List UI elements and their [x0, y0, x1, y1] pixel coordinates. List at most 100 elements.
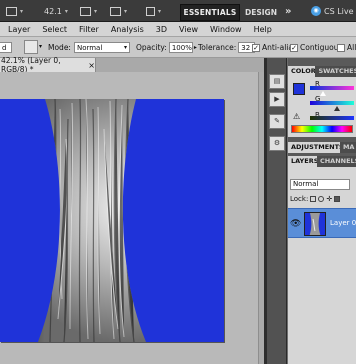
- tool-preset-field: d: [0, 42, 12, 53]
- menu-analysis[interactable]: Analysis: [111, 25, 144, 34]
- menu-select[interactable]: Select: [42, 25, 67, 34]
- arrange-icon: [110, 6, 121, 16]
- opacity-input[interactable]: 100%: [168, 42, 193, 53]
- cs-live-icon: ◉: [311, 6, 321, 16]
- menu-help[interactable]: Help: [254, 25, 272, 34]
- tree-trunk-shape: [38, 99, 146, 342]
- actions-icon: ▶: [274, 95, 280, 103]
- checkbox-icon: [337, 43, 345, 52]
- brush-icon: ✎: [274, 117, 280, 125]
- red-slider[interactable]: [310, 86, 354, 90]
- menu-3d[interactable]: 3D: [156, 25, 167, 34]
- tab-masks[interactable]: MA: [340, 142, 356, 153]
- view-extras-button[interactable]: ▾: [80, 3, 97, 19]
- green-slider-handle[interactable]: [334, 106, 340, 111]
- zoom-level-dropdown[interactable]: 42.1 ▾: [44, 3, 68, 19]
- contiguous-checkbox[interactable]: ✓ Contiguous: [290, 41, 342, 54]
- panel-icon-strip: ▤ ▶ ✎ ⚙: [267, 58, 287, 364]
- close-icon[interactable]: ×: [88, 61, 95, 70]
- tab-swatches[interactable]: SWATCHES: [315, 66, 356, 77]
- zoom-level-value: 42.1: [44, 6, 62, 16]
- workspace-design-button[interactable]: DESIGN: [244, 4, 278, 20]
- actions-panel-button[interactable]: ▶: [269, 92, 285, 107]
- menu-layer[interactable]: Layer: [8, 25, 30, 34]
- layers-panel-tabs: LAYERS CHANNELS: [288, 156, 356, 167]
- application-bar: ▾ 42.1 ▾ ▾ ▾ ▾ ESSENTIALS DESIGN » ◉ CS Li…: [0, 0, 356, 22]
- chevron-down-icon: ▾: [94, 7, 98, 15]
- color-spectrum-bar[interactable]: [291, 125, 353, 133]
- chevron-right-icon[interactable]: ▸: [194, 44, 197, 51]
- layer-thumbnail-image: [309, 213, 321, 235]
- chevron-down-icon: ▾: [39, 43, 43, 50]
- chevron-down-icon: ▾: [20, 7, 24, 15]
- lock-controls: Lock: ✛: [290, 195, 341, 203]
- mode-select[interactable]: Normal ▾: [73, 42, 130, 53]
- opacity-control: Opacity: 100% ▸: [136, 41, 197, 54]
- blend-mode-select[interactable]: Normal: [290, 179, 350, 190]
- chevron-down-icon: ▾: [124, 7, 128, 15]
- color-panel-tabs: COLOR SWATCHES: [288, 66, 356, 77]
- clone-source-panel-button[interactable]: ⚙: [269, 136, 285, 151]
- layer-thumbnail[interactable]: [304, 212, 326, 236]
- options-bar: d ▾ Mode: Normal ▾ Opacity: 100% ▸ Toler…: [0, 37, 356, 58]
- lock-pixels-icon[interactable]: [318, 196, 325, 202]
- menu-filter[interactable]: Filter: [79, 25, 99, 34]
- all-layers-label: All: [347, 43, 356, 52]
- layer-row[interactable]: 👁 Layer 0: [288, 208, 356, 238]
- tab-layers[interactable]: LAYERS: [288, 156, 317, 167]
- history-panel-button[interactable]: ▤: [269, 74, 285, 89]
- mode-value: Normal: [76, 43, 103, 52]
- workspace-essentials-button[interactable]: ESSENTIALS: [180, 4, 240, 21]
- red-slider-handle[interactable]: [320, 91, 326, 96]
- menu-window[interactable]: Window: [210, 25, 242, 34]
- chevron-down-icon: ▾: [64, 7, 68, 15]
- fill-swatch: [24, 39, 38, 54]
- tool-preset-picker[interactable]: d: [0, 41, 12, 54]
- history-icon: ▤: [273, 77, 281, 85]
- tolerance-control: Tolerance: 32: [198, 41, 256, 54]
- green-slider[interactable]: [310, 101, 354, 105]
- layout-icon: [146, 6, 155, 16]
- tolerance-label: Tolerance:: [198, 43, 237, 52]
- document-canvas[interactable]: [0, 99, 224, 342]
- all-layers-checkbox[interactable]: All: [337, 41, 356, 54]
- lock-position-icon[interactable]: ✛: [326, 195, 332, 203]
- brush-panel-button[interactable]: ✎: [269, 114, 285, 129]
- more-workspaces-button[interactable]: »: [285, 3, 291, 19]
- cs-live-button[interactable]: ◉ CS Live: [311, 3, 354, 19]
- tab-channels[interactable]: CHANNELS: [317, 156, 356, 167]
- opacity-label: Opacity:: [136, 43, 167, 52]
- panel-dock: COLOR SWATCHES R G B ⚠ ADJUSTMENTS MA LA…: [288, 58, 356, 364]
- color-panel: R G B ⚠: [288, 77, 356, 137]
- arrange-documents-button[interactable]: ▾: [110, 3, 127, 19]
- foreground-color-swatch[interactable]: [293, 83, 305, 95]
- clone-source-icon: ⚙: [273, 139, 281, 147]
- menu-view[interactable]: View: [179, 25, 198, 34]
- canvas-image: [38, 99, 146, 342]
- tab-color[interactable]: COLOR: [288, 66, 316, 77]
- menu-bar: Layer Select Filter Analysis 3D View Win…: [0, 22, 356, 37]
- lock-transparency-icon[interactable]: [310, 196, 317, 202]
- mode-label: Mode:: [48, 43, 71, 52]
- fill-source-picker[interactable]: ▾: [24, 39, 43, 54]
- blue-slider[interactable]: [310, 116, 354, 120]
- screen-layout-button[interactable]: ▾: [146, 3, 161, 19]
- chevron-down-icon: ▾: [123, 44, 127, 51]
- out-of-gamut-warning-icon[interactable]: ⚠: [293, 112, 300, 121]
- lock-label: Lock:: [290, 195, 309, 203]
- checkmark-icon: ✓: [290, 43, 298, 52]
- mode-control: Mode: Normal ▾: [48, 41, 130, 54]
- document-tab[interactable]: 42.1% (Layer 0, RGB/8) * ×: [0, 56, 96, 74]
- grid-icon: [80, 6, 91, 16]
- cs-live-label: CS Live: [324, 6, 354, 16]
- layer-name[interactable]: Layer 0: [330, 219, 356, 227]
- layers-panel: Normal Lock: ✛ 👁 Layer 0: [288, 167, 356, 364]
- checkmark-icon: ✓: [252, 43, 260, 52]
- tab-adjustments[interactable]: ADJUSTMENTS: [288, 142, 340, 153]
- eye-icon[interactable]: 👁: [290, 219, 301, 229]
- screen-mode-button[interactable]: ▾: [6, 3, 23, 19]
- screen-mode-icon: [6, 6, 17, 16]
- lock-all-icon[interactable]: [334, 196, 341, 202]
- chevron-down-icon: ▾: [158, 7, 162, 15]
- adjustments-panel-tabs: ADJUSTMENTS MA: [288, 142, 356, 153]
